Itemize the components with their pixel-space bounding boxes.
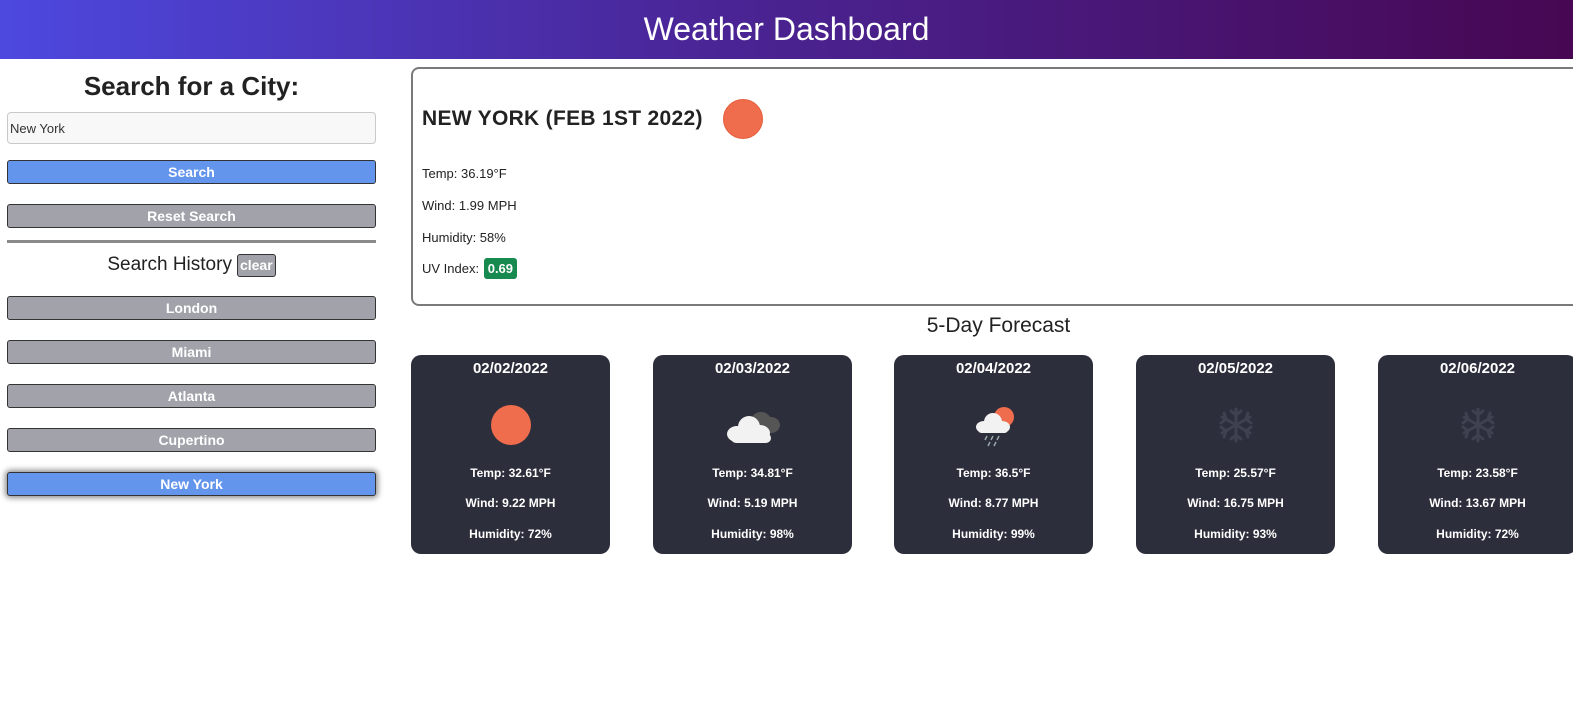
current-humidity: Humidity: 58% bbox=[422, 230, 506, 245]
forecast-card: 02/05/2022 Temp: 25.57°F Wind: 16.75 MPH… bbox=[1136, 355, 1335, 554]
app-header: Weather Dashboard bbox=[0, 0, 1573, 59]
history-item-new-york[interactable]: New York bbox=[7, 472, 376, 496]
current-uv: UV Index: 0.69 bbox=[422, 258, 518, 279]
current-title-row: NEW YORK (FEB 1ST 2022) bbox=[422, 99, 763, 139]
sun-icon bbox=[722, 99, 763, 139]
search-button[interactable]: Search bbox=[7, 160, 376, 184]
snow-icon bbox=[1458, 405, 1498, 445]
forecast-card: 02/04/2022 Temp: 36.5°F Wind: 8.77 MPH H… bbox=[894, 355, 1093, 554]
forecast-card: 02/03/2022 Temp: 34.81°F Wind: 5.19 MPH … bbox=[653, 355, 852, 554]
history-item-atlanta[interactable]: Atlanta bbox=[7, 384, 376, 408]
forecast-date: 02/03/2022 bbox=[714, 360, 791, 377]
forecast-card: 02/02/2022 Temp: 32.61°F Wind: 9.22 MPH … bbox=[411, 355, 610, 554]
current-city-title: NEW YORK (FEB 1ST 2022) bbox=[422, 107, 703, 130]
forecast-temp: Temp: 23.58°F bbox=[1437, 466, 1518, 480]
current-wind: Wind: 1.99 MPH bbox=[422, 198, 517, 213]
forecast-temp: Temp: 34.81°F bbox=[712, 466, 793, 480]
current-weather-panel: NEW YORK (FEB 1ST 2022) Temp: 36.19°F Wi… bbox=[411, 67, 1573, 306]
city-search-input[interactable] bbox=[7, 112, 376, 144]
sidebar: Search for a City: Search Reset Search S… bbox=[7, 59, 376, 496]
forecast-wind: Wind: 8.77 MPH bbox=[948, 496, 1039, 510]
forecast-wind: Wind: 16.75 MPH bbox=[1187, 496, 1284, 510]
forecast-date: 02/06/2022 bbox=[1439, 360, 1516, 377]
forecast-temp: Temp: 36.5°F bbox=[956, 466, 1031, 480]
forecast-date: 02/05/2022 bbox=[1197, 360, 1274, 377]
forecast-humidity: Humidity: 72% bbox=[1436, 527, 1519, 541]
forecast-date: 02/02/2022 bbox=[472, 360, 549, 377]
forecast-title: 5-Day Forecast bbox=[926, 314, 1071, 337]
forecast-humidity: Humidity: 99% bbox=[952, 527, 1035, 541]
snow-icon bbox=[1216, 405, 1256, 445]
history-item-cupertino[interactable]: Cupertino bbox=[7, 428, 376, 452]
page-title: Weather Dashboard bbox=[643, 11, 930, 47]
forecast-humidity: Humidity: 72% bbox=[469, 527, 552, 541]
forecast-temp: Temp: 25.57°F bbox=[1195, 466, 1276, 480]
forecast-humidity: Humidity: 93% bbox=[1194, 527, 1277, 541]
search-history-header: Search History clear bbox=[7, 252, 376, 278]
forecast-wind: Wind: 9.22 MPH bbox=[465, 496, 556, 510]
sun-icon bbox=[491, 405, 531, 445]
uv-label: UV Index: bbox=[422, 261, 480, 276]
uv-index-badge: 0.69 bbox=[483, 258, 518, 279]
forecast-wind: Wind: 5.19 MPH bbox=[707, 496, 798, 510]
history-item-miami[interactable]: Miami bbox=[7, 340, 376, 364]
forecast-card: 02/06/2022 Temp: 23.58°F Wind: 13.67 MPH… bbox=[1378, 355, 1573, 554]
clear-history-button[interactable]: clear bbox=[236, 253, 276, 277]
rain-sun-icon bbox=[974, 405, 1014, 447]
history-item-london[interactable]: London bbox=[7, 296, 376, 320]
current-temp: Temp: 36.19°F bbox=[422, 166, 507, 181]
cloud-icon bbox=[723, 405, 783, 445]
search-history-title: Search History bbox=[107, 254, 232, 275]
reset-search-button[interactable]: Reset Search bbox=[7, 204, 376, 228]
forecast-wind: Wind: 13.67 MPH bbox=[1429, 496, 1526, 510]
search-title: Search for a City: bbox=[83, 71, 300, 101]
search-history-list: London Miami Atlanta Cupertino New York bbox=[7, 296, 376, 496]
divider bbox=[7, 240, 376, 243]
forecast-humidity: Humidity: 98% bbox=[711, 527, 794, 541]
forecast-date: 02/04/2022 bbox=[955, 360, 1032, 377]
forecast-temp: Temp: 32.61°F bbox=[470, 466, 551, 480]
